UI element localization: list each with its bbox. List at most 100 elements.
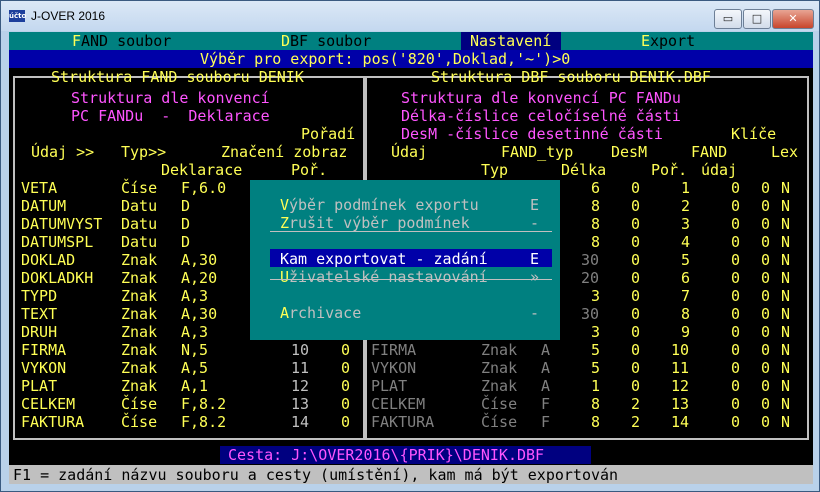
dbf-key-flag: 0	[761, 233, 771, 251]
dbf-length: 3	[591, 323, 601, 341]
column-rule-por: Poř.	[651, 161, 688, 179]
menu-hotkey: V	[280, 196, 290, 214]
dbf-decimals: 0	[631, 287, 641, 305]
fand-convention-line: Struktura dle konvencí	[71, 89, 270, 107]
field-type: Znak	[121, 287, 158, 305]
dbf-lex-flag: N	[781, 323, 791, 341]
menu-item-shortcut: -	[530, 304, 540, 322]
field-type: Datu	[121, 197, 158, 215]
field-type: Znak	[121, 377, 158, 395]
dbf-fand-order: 13	[671, 395, 690, 413]
menu-hotkey: F	[72, 32, 82, 50]
menu-label: BF soubor	[290, 32, 372, 50]
field-declaration: A,3	[181, 323, 209, 341]
column-rule-delka: Délka	[561, 161, 607, 179]
menu-item-shortcut: E	[530, 196, 540, 214]
column-header-typ: Typ>>	[121, 143, 167, 161]
column-rule-typ: Typ	[481, 161, 509, 179]
dbf-fand-type: Znak	[481, 359, 518, 377]
filter-status-line: Výběr pro export: pos('820',Doklad,'~')>…	[9, 50, 813, 68]
console-screen: F AND soubor D BF soubor Nastavení Export …	[9, 32, 813, 484]
dbf-type: A	[541, 377, 551, 395]
dbf-key-flag: 0	[731, 413, 741, 431]
dbf-lex-flag: N	[781, 179, 791, 197]
field-declaration: F,8.2	[181, 395, 227, 413]
column-rule-udaj: údaj	[701, 161, 738, 179]
dbf-key-flag: 0	[731, 377, 741, 395]
dbf-convention-line: DesM -číslice desetinné části	[401, 125, 663, 143]
dbf-convention-line: Struktura dle konvencí PC FANDu	[401, 89, 681, 107]
dbf-decimals: 0	[631, 341, 641, 359]
dbf-length: 5	[591, 359, 601, 377]
settings-popup-menu: Výběr podmínek exportu E Zrušit výběr podm…	[250, 180, 560, 340]
menu-item-shortcut: -	[530, 214, 540, 232]
field-declaration: F,8.2	[181, 413, 227, 431]
field-name: DOKLAD	[21, 251, 76, 269]
menu-nastaveni[interactable]: Nastavení	[461, 32, 561, 50]
dbf-lex-flag: N	[781, 269, 791, 287]
field-declaration: F,6.0	[181, 179, 227, 197]
export-path: Cesta: J:\OVER2016\{PRIK}\DENIK.DBF	[228, 446, 545, 464]
dbf-fand-order: 7	[681, 287, 691, 305]
dbf-fand-order: 6	[681, 269, 691, 287]
dbf-length: 8	[591, 197, 601, 215]
dbf-lex-flag: N	[781, 377, 791, 395]
dbf-length: 1	[591, 377, 601, 395]
dbf-decimals: 0	[631, 251, 641, 269]
dbf-key-flag: 0	[731, 359, 741, 377]
dbf-key-flag: 0	[731, 251, 741, 269]
dbf-decimals: 0	[631, 179, 641, 197]
dbf-field-name: FIRMA	[371, 341, 417, 359]
dbf-field-name: VYKON	[371, 359, 417, 377]
fand-panel-title: Struktura FAND souboru DENIK	[51, 68, 304, 86]
menu-item-label: rušit výběr podmínek	[289, 214, 470, 232]
dbf-lex-flag: N	[781, 395, 791, 413]
field-name: DATUM	[21, 197, 67, 215]
title-bar: účto J-OVER 2016 ▭ □ ✕	[1, 1, 819, 31]
field-order: 10	[291, 341, 310, 359]
dbf-fand-order: 5	[681, 251, 691, 269]
dbf-key-flag: 0	[761, 197, 771, 215]
field-name: DOKLADKH	[21, 269, 94, 287]
field-display-flag: 0	[341, 377, 351, 395]
dbf-key-flag: 0	[761, 413, 771, 431]
dbf-field-name: PLAT	[371, 377, 408, 395]
field-name: VETA	[21, 179, 58, 197]
field-type: Číse	[121, 413, 158, 431]
dbf-lex-flag: N	[781, 233, 791, 251]
dbf-length: 8	[591, 413, 601, 431]
menu-hotkey: Z	[280, 214, 290, 232]
dbf-length: 30	[581, 251, 600, 269]
field-type: Datu	[121, 233, 158, 251]
dbf-length: 20	[581, 269, 600, 287]
field-name: DRUH	[21, 323, 58, 341]
dbf-key-flag: 0	[731, 341, 741, 359]
field-name: FIRMA	[21, 341, 67, 359]
dbf-key-flag: 0	[761, 269, 771, 287]
dbf-lex-flag: N	[781, 287, 791, 305]
dbf-decimals: 0	[631, 377, 641, 395]
menu-item-label: ýběr podmínek exportu	[289, 196, 479, 214]
dbf-key-flag: 0	[761, 395, 771, 413]
dbf-key-flag: 0	[731, 305, 741, 323]
dbf-fand-order: 10	[671, 341, 690, 359]
close-button[interactable]: ✕	[772, 9, 814, 29]
dbf-decimals: 0	[631, 359, 641, 377]
field-declaration: A,30	[181, 251, 218, 269]
maximize-button[interactable]: □	[743, 9, 771, 29]
dbf-lex-flag: N	[781, 197, 791, 215]
field-name: PLAT	[21, 377, 58, 395]
column-rule-por: Poř.	[291, 161, 328, 179]
field-declaration: A,1	[181, 377, 209, 395]
dbf-key-flag: 0	[761, 323, 771, 341]
help-bar: F1 = zadání názvu souboru a cesty (umíst…	[9, 465, 813, 484]
minimize-button[interactable]: ▭	[714, 9, 742, 29]
dbf-decimals: 0	[631, 269, 641, 287]
popup-divider	[270, 279, 552, 280]
field-declaration: D	[181, 215, 191, 233]
field-order: 13	[291, 395, 310, 413]
field-type: Číse	[121, 179, 158, 197]
dbf-fand-order: 2	[681, 197, 691, 215]
field-name: FAKTURA	[21, 413, 85, 431]
menu-hotkey: U	[280, 268, 290, 286]
